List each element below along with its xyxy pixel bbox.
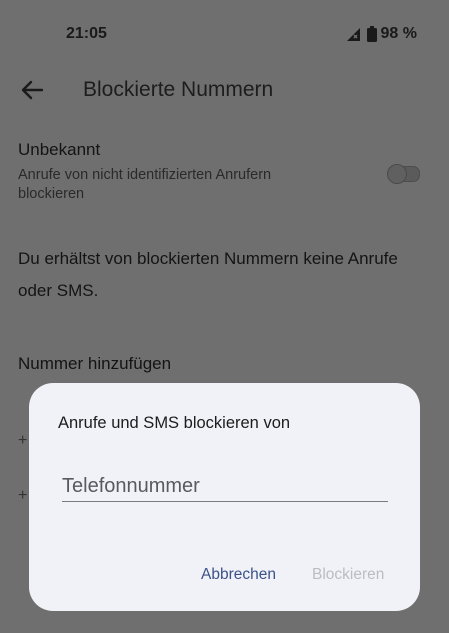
app-bar: Blockierte Nummern [0,70,449,110]
status-time: 21:05 [66,25,107,42]
dialog-title: Anrufe und SMS blockieren von [58,414,291,432]
block-number-dialog: Anrufe und SMS blockieren von Abbrechen … [29,383,420,611]
block-button[interactable]: Blockieren [312,566,384,584]
cancel-button[interactable]: Abbrechen [201,566,276,584]
unknown-callers-setting[interactable]: Unbekannt Anrufe von nicht identifiziert… [18,140,428,210]
add-number-header: Nummer hinzufügen [18,354,172,373]
signal-icon [346,28,360,41]
toggle-knob [387,164,407,184]
status-icons: 98 % [345,25,417,43]
battery-percent: 98 % [380,25,417,42]
add-icon: + [18,487,28,504]
unknown-callers-toggle[interactable] [387,164,420,184]
add-icon: + [18,432,28,449]
status-bar: 21:05 98 % [0,0,449,70]
page-title: Blockierte Nummern [83,78,274,101]
setting-title: Unbekannt [18,140,101,159]
info-text: Du erhältst von blockierten Nummern kein… [18,249,398,300]
phone-number-input[interactable] [62,471,388,502]
back-arrow-icon[interactable] [18,76,46,104]
setting-summary: Anrufe von nicht identifizierten Anrufer… [18,167,272,202]
battery-icon [366,26,377,42]
